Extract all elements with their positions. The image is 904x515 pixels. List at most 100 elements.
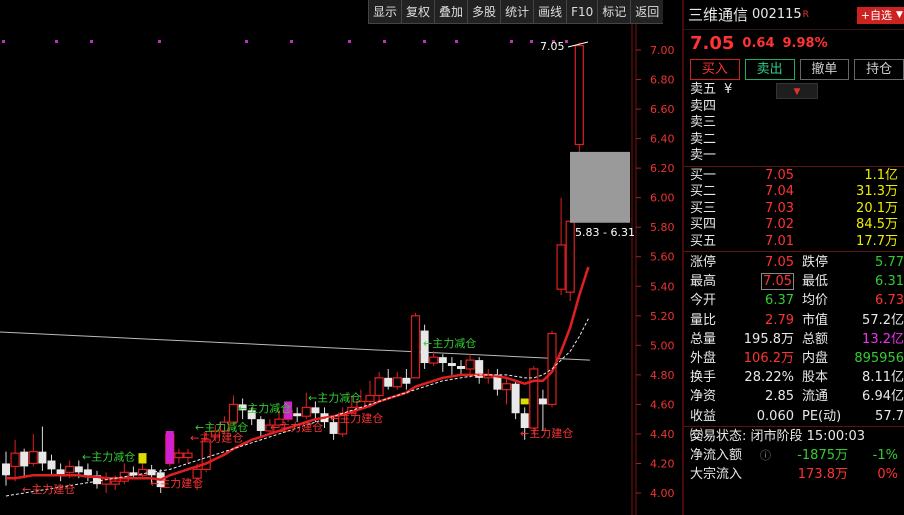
toolbar-button[interactable]: 叠加 (434, 0, 468, 24)
add-favorite-button[interactable]: +自选 (856, 7, 896, 24)
signal-marker (530, 40, 533, 43)
candle-body (74, 466, 83, 473)
candle-body (402, 377, 411, 384)
collapse-icon[interactable]: ▼ (776, 82, 818, 99)
buy-book-row[interactable]: 买二 7.04 31.3万 (684, 184, 904, 201)
signal-marker (423, 40, 426, 43)
toolbar-button[interactable]: 画线 (533, 0, 567, 24)
stat-value: 7.05 (761, 273, 794, 291)
stat-row: 量比 2.79 市值 57.2亿 (684, 311, 904, 330)
signal-marker (90, 40, 93, 43)
ma-red-line (6, 266, 590, 482)
high-price-label: 7.05 (540, 40, 565, 53)
info-icon[interactable]: ⓘ (760, 446, 774, 465)
ma-long-line (0, 331, 591, 361)
toolbar-button[interactable]: 显示 (368, 0, 402, 24)
candle-body (520, 413, 529, 429)
stat-value: 7.05 (765, 255, 794, 270)
signal-marker (383, 40, 386, 43)
stat-label: PE(动) (802, 408, 842, 424)
candle-body (556, 244, 566, 290)
y-tick-label: 6.80 (650, 74, 675, 87)
sell-volume (794, 115, 898, 132)
signal-marker (348, 40, 351, 43)
y-tick-label: 6.00 (650, 192, 675, 205)
info-icon[interactable] (760, 465, 774, 484)
stat-label: 内盘 (802, 350, 829, 366)
buy-book-row[interactable]: 买三 7.03 20.1万 (684, 201, 904, 218)
signal-annotation: ←主力建仓 (270, 420, 323, 434)
sell-book-row[interactable]: 卖四 (684, 99, 904, 116)
y-tick-label: 6.60 (650, 103, 675, 116)
sell-level-label: 卖二 (690, 131, 717, 147)
sell-level-label: 卖四 (690, 98, 717, 114)
sell-volume (794, 132, 898, 149)
buy-button[interactable]: 买入 (690, 58, 740, 80)
stat-value: 57.7 (875, 408, 904, 424)
toolbar-button[interactable]: 标记 (597, 0, 631, 24)
candle-body (65, 465, 75, 473)
candle-body (28, 451, 38, 465)
signal-marker (510, 40, 513, 43)
stock-flag: R (802, 9, 809, 20)
buy-book-row[interactable]: 买四 7.02 84.5万 (684, 217, 904, 234)
signal-annotation: ←主力建仓 (190, 430, 243, 444)
toolbar-button[interactable]: 多股 (467, 0, 501, 24)
signal-marker (2, 40, 5, 43)
candle-body (10, 452, 20, 468)
stat-value: 2.79 (765, 312, 794, 328)
stat-label: 净资 (690, 389, 717, 405)
toolbar-button[interactable]: 复权 (401, 0, 435, 24)
stat-label: 外盘 (690, 350, 717, 366)
stat-row: 最高 7.05 最低 6.31 (684, 272, 904, 291)
sell-button[interactable]: 卖出 (744, 58, 795, 80)
stat-value: 106.2万 (743, 350, 794, 366)
stat-row: 换手 28.22% 股本 8.11亿 (684, 368, 904, 387)
signal-marker (245, 40, 248, 43)
buy-book-row[interactable]: 买一 7.05 1.1亿 (684, 168, 904, 185)
stat-value: 0.060 (756, 408, 794, 424)
sell-level-label: 卖一 (690, 148, 717, 163)
candle-body (174, 452, 184, 459)
sell-volume (794, 148, 898, 165)
stat-label: 股本 (802, 370, 829, 386)
chart-toolbar: 显示 复权 叠加 多股 统计 画线 F10 标记 返回 (368, 0, 664, 24)
candle-body (83, 469, 92, 476)
cancel-order-button[interactable]: 撤单 (799, 58, 850, 80)
candle-body (410, 315, 421, 379)
buy-volume: 1.1亿 (864, 167, 898, 183)
y-tick-label: 4.80 (650, 369, 675, 382)
stat-label: 量比 (690, 312, 717, 328)
toolbar-button[interactable]: 返回 (630, 0, 664, 24)
favorite-dropdown-icon[interactable]: ▼ (896, 7, 904, 24)
candle-body (429, 356, 439, 364)
buy-price: 7.01 (765, 233, 794, 249)
flow-label: 净流入额 (690, 447, 743, 463)
buy-book-row[interactable]: 买五 7.01 17.7万 (684, 234, 904, 251)
sell-book-row[interactable]: 卖一 (684, 148, 904, 165)
stat-row: 收益㈢ 0.060 PE(动) 57.7 (684, 407, 904, 443)
toolbar-button[interactable]: 统计 (500, 0, 534, 24)
price-change: 0.64 (742, 35, 775, 51)
signal-annotation: ←主力建仓 (22, 482, 75, 496)
stat-label: 市值 (802, 312, 829, 328)
kline-chart[interactable]: 7.00 6.80 6.60 6.40 6.20 6.00 5.80 5.60 5.40 5.20… (0, 24, 682, 515)
sell-book-row[interactable]: 卖三 (684, 115, 904, 132)
candle-body (228, 403, 239, 423)
stat-row: 今开 6.37 均价 6.73 (684, 291, 904, 310)
positions-button[interactable]: 持仓 (854, 58, 904, 80)
sell-price (744, 148, 794, 165)
stat-value: 8.11亿 (862, 370, 904, 386)
quote-header: 三维通信 002115 R +自选 ▼ (684, 0, 904, 30)
y-tick-label: 5.60 (650, 251, 675, 264)
toolbar-button[interactable]: F10 (566, 0, 598, 24)
order-book: 卖五 ¥ 卖四 卖三 卖二 卖一 ▼ 买一 7.05 1.1亿 买二 7.04 31.3万 买三 7.0… (684, 82, 904, 250)
sell-book-row[interactable]: 卖二 (684, 132, 904, 149)
candle-body (374, 377, 384, 397)
candle-body (38, 451, 47, 464)
flow-row: 净流入额 ⓘ -1875万 -1% (684, 446, 904, 465)
stat-label: 最低 (802, 274, 829, 290)
stat-value: 57.2亿 (862, 312, 904, 328)
stat-value: 6.31 (875, 274, 904, 290)
flow-pct: -1% (872, 447, 898, 463)
